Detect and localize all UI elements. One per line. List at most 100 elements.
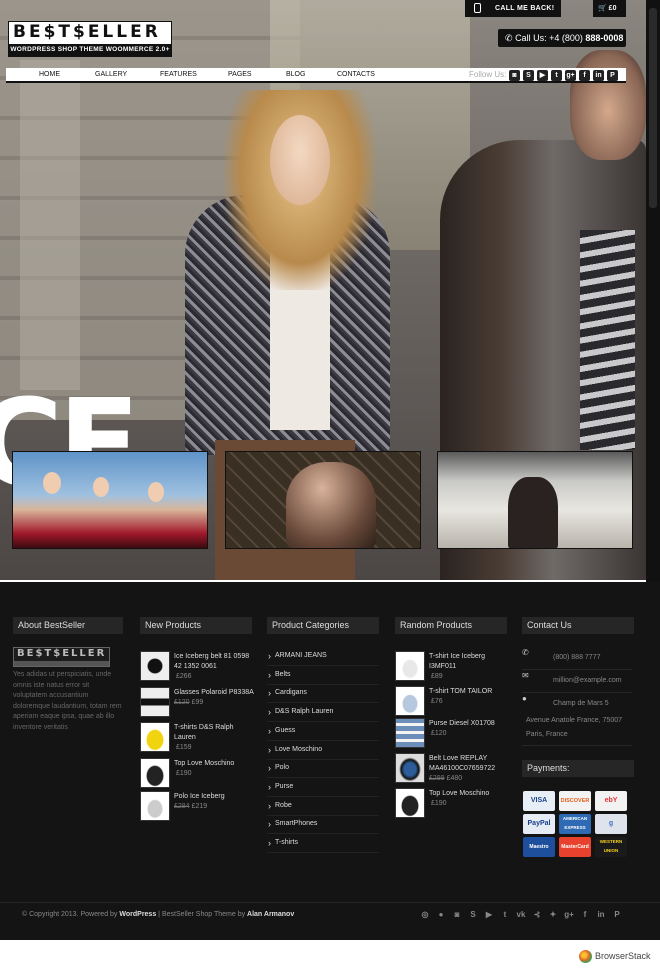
pinterest-icon[interactable]: P [611, 909, 623, 921]
product-thumbnail[interactable] [140, 687, 170, 717]
phone-number: 888-0008 [585, 33, 624, 43]
category-link[interactable]: Purse [267, 778, 379, 797]
googleplus-icon[interactable]: g+ [563, 909, 575, 921]
product-name[interactable]: T-shirt TOM TAILOR [429, 688, 492, 695]
facebook-icon[interactable]: f [579, 70, 590, 81]
product-thumbnail[interactable] [140, 722, 170, 752]
product-price: £219 [191, 803, 208, 810]
american-express-icon: AMERICAN EXPRESS [559, 814, 591, 834]
vk-icon[interactable]: vk [515, 909, 527, 921]
product-thumbnail[interactable] [395, 651, 425, 681]
product-name[interactable]: T-shirts D&S Ralph Lauren [174, 724, 234, 741]
nav-features[interactable]: FEATURES [160, 68, 197, 82]
twitter-icon[interactable]: t [551, 70, 562, 81]
scrollbar-thumb[interactable] [649, 8, 657, 208]
category-link[interactable]: Love Moschino [267, 741, 379, 760]
about-heading: About BestSeller [13, 617, 123, 634]
category-link[interactable]: Robe [267, 797, 379, 816]
random-product-item[interactable]: Belt Love REPLAY MA46100C07659722 £299 £48… [395, 753, 507, 787]
product-name[interactable]: Belt Love REPLAY MA46100C07659722 [429, 755, 495, 772]
wordpress-link[interactable]: WordPress [119, 911, 156, 918]
product-categories-heading: Product Categories [267, 617, 379, 634]
contact-email[interactable]: million@example.com [553, 677, 622, 684]
instagram-icon[interactable]: ◙ [509, 70, 520, 81]
product-price: £159 [176, 744, 192, 751]
dribbble-icon[interactable]: ◎ [419, 909, 431, 921]
copyright-text: © Copyright 2013. Powered by WordPress |… [22, 911, 294, 918]
youtube-icon[interactable]: ▶ [537, 70, 548, 81]
flickr-icon[interactable]: ● [435, 909, 447, 921]
product-name[interactable]: Top Love Moschino [429, 790, 489, 797]
contact-address-line2: Avenue Anatole France, 75007 [526, 717, 623, 724]
product-thumbnail[interactable] [395, 753, 425, 783]
category-link[interactable]: Guess [267, 722, 379, 741]
random-product-item[interactable]: Purse Diesel X01708 £120 [395, 718, 507, 752]
random-product-item[interactable]: T-shirt TOM TAILOR £76 [395, 686, 507, 720]
google-checkout-icon: g [595, 814, 627, 834]
slider-thumbnail-2[interactable] [225, 451, 421, 549]
new-product-item[interactable]: Glasses Polaroid P8338A £120 £99 [140, 687, 254, 719]
category-link[interactable]: Polo [267, 759, 379, 778]
western-union-icon: WESTERN UNION [595, 837, 627, 857]
footer-logo[interactable]: BE$T$ELLER [13, 647, 110, 667]
nav-home[interactable]: HOME [39, 68, 60, 82]
category-link[interactable]: ARMANI JEANS [267, 647, 379, 666]
twitter-icon[interactable]: ✦ [547, 909, 559, 921]
new-product-item[interactable]: Polo Ice Iceberg £284 £219 [140, 791, 252, 823]
facebook-icon[interactable]: f [579, 909, 591, 921]
category-link[interactable]: D&S Ralph Lauren [267, 703, 379, 722]
slider-thumbnail-1[interactable] [12, 451, 208, 549]
slider-thumbnail-3[interactable] [437, 451, 633, 549]
product-name[interactable]: Glasses Polaroid P8338A [174, 689, 254, 696]
random-product-item[interactable]: Top Love Moschino £190 [395, 788, 507, 822]
product-old-price: £120 [174, 699, 190, 706]
product-thumbnail[interactable] [140, 758, 170, 788]
new-product-item[interactable]: T-shirts D&S Ralph Lauren £159 [140, 722, 252, 754]
new-product-item[interactable]: Top Love Moschino £190 [140, 758, 252, 790]
googleplus-icon[interactable]: g+ [565, 70, 576, 81]
youtube-icon[interactable]: ▶ [483, 909, 495, 921]
linkedin-icon[interactable]: in [593, 70, 604, 81]
product-price: £99 [191, 699, 204, 706]
pinterest-icon[interactable]: P [607, 70, 618, 81]
author-link[interactable]: Alan Armanov [247, 911, 294, 918]
product-thumbnail[interactable] [395, 686, 425, 716]
product-name[interactable]: Purse Diesel X01708 [429, 720, 495, 727]
phone-icon [474, 3, 481, 13]
category-link[interactable]: SmartPhones [267, 815, 379, 834]
product-name[interactable]: T-shirt Ice Iceberg I3MF011 [429, 653, 485, 670]
paypal-icon: PayPal [523, 814, 555, 834]
cart-button[interactable]: 🛒 £0 [593, 0, 626, 17]
thumbnail-figure [93, 477, 109, 497]
nav-blog[interactable]: BLOG [286, 68, 305, 82]
site-logo[interactable]: BE$T$ELLER WORDPRESS SHOP THEME WOOMMERC… [8, 21, 172, 57]
random-product-item[interactable]: T-shirt Ice Iceberg I3MF011 £89 [395, 651, 507, 685]
page-scrollbar[interactable] [646, 0, 660, 582]
product-thumbnail[interactable] [140, 791, 170, 821]
category-link[interactable]: Belts [267, 666, 379, 685]
product-thumbnail[interactable] [395, 788, 425, 818]
nav-contacts[interactable]: CONTACTS [337, 68, 375, 82]
product-name[interactable]: Polo Ice Iceberg [174, 793, 225, 800]
product-name[interactable]: Ice Iceberg belt 81 0598 42 1352 0061 [174, 653, 249, 670]
instagram-icon[interactable]: ◙ [451, 909, 463, 921]
contact-address-row: ● Champ de Mars 5 Avenue Anatole France,… [522, 694, 632, 746]
copyright-prefix: © Copyright 2013. Powered by [22, 911, 120, 918]
new-products-heading: New Products [140, 617, 252, 634]
tumblr-icon[interactable]: t [499, 909, 511, 921]
product-thumbnail[interactable] [140, 651, 170, 681]
linkedin-icon[interactable]: in [595, 909, 607, 921]
product-thumbnail[interactable] [395, 718, 425, 748]
new-product-item[interactable]: Ice Iceberg belt 81 0598 42 1352 0061 £26… [140, 651, 252, 683]
nav-pages[interactable]: PAGES [228, 68, 252, 82]
skype-icon[interactable]: S [467, 909, 479, 921]
product-price: £120 [431, 730, 447, 737]
category-link[interactable]: Cardigans [267, 684, 379, 703]
phone-prefix: Call Us: +4 (800) [515, 33, 586, 43]
product-name[interactable]: Top Love Moschino [174, 760, 234, 767]
rss-icon[interactable]: ⊰ [531, 909, 543, 921]
call-me-back-button[interactable]: CALL ME BACK! [465, 0, 561, 17]
nav-gallery[interactable]: GALLERY [95, 68, 127, 82]
skype-icon[interactable]: S [523, 70, 534, 81]
category-link[interactable]: T-shirts [267, 834, 379, 853]
